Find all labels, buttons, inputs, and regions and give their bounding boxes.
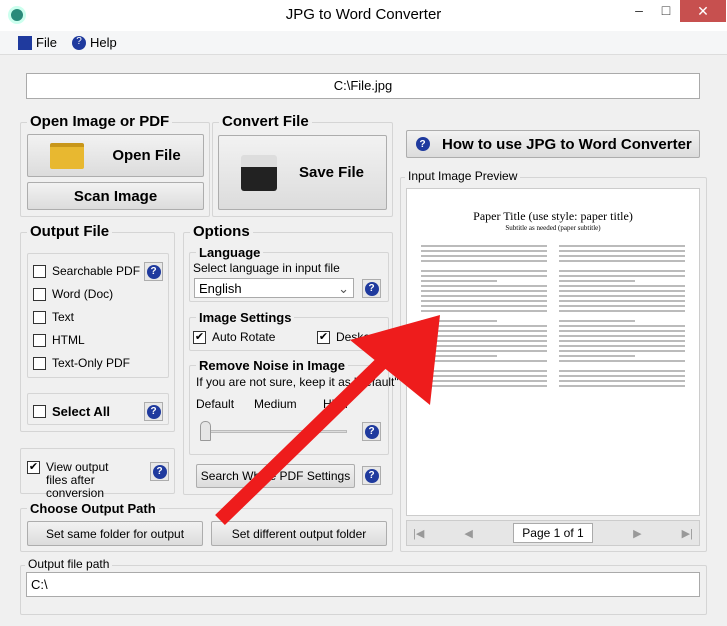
arrow-head xyxy=(350,315,440,405)
red-arrow-overlay xyxy=(215,315,440,526)
arrow-shaft xyxy=(215,339,405,526)
